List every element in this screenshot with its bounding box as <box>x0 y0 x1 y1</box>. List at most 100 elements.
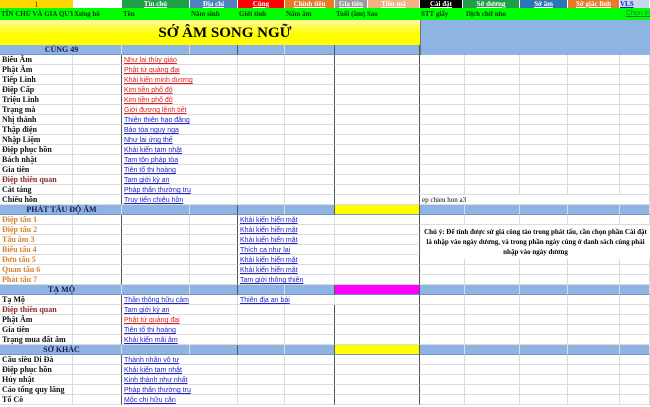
cell <box>285 125 335 135</box>
row-label: Tấu âm 3 <box>0 235 73 245</box>
link[interactable]: Kim tiền phổ độ <box>124 87 173 94</box>
link[interactable]: Kinh thành như nhất <box>124 377 187 384</box>
cell <box>465 355 520 365</box>
cell: Khải kiến mãi âm <box>122 335 238 345</box>
cell <box>285 195 335 205</box>
cell <box>190 235 238 245</box>
cell <box>73 165 122 175</box>
cell <box>285 395 335 405</box>
cell <box>238 95 285 105</box>
row-label: Điệp phục hồn <box>0 365 73 375</box>
cell <box>465 165 520 175</box>
cell <box>568 385 620 395</box>
link[interactable]: Khải kiến hiển mặt <box>240 237 298 244</box>
column-header: Giới tính <box>238 8 285 20</box>
link[interactable]: Thiên thiên hạo đãng <box>124 117 190 124</box>
cell <box>238 125 285 135</box>
cell <box>620 65 650 75</box>
cell <box>620 295 650 305</box>
cell <box>285 185 335 195</box>
link[interactable]: Tam tôn pháp tòa <box>124 157 178 164</box>
link[interactable]: Pháp thân thường trụ <box>124 187 191 194</box>
cell <box>568 145 620 155</box>
link[interactable]: Thần thông hữu cảm <box>124 297 189 304</box>
link[interactable]: Pháp thân thường trụ <box>124 387 191 394</box>
cell <box>620 125 650 135</box>
cell <box>190 245 238 255</box>
table-row: Quan tấu 6 Khải kiến hiển mặt <box>0 265 650 275</box>
cell <box>465 285 520 295</box>
table-row: Chiêu hồn Truy tiến chiêu hồn ep chieu hon… <box>0 195 650 205</box>
cell <box>335 45 420 55</box>
cell <box>465 185 520 195</box>
cell <box>335 75 420 85</box>
link[interactable]: Tiên tổ thi hoàng <box>124 327 176 334</box>
cell <box>568 165 620 175</box>
link[interactable]: Thành nhân vô tư <box>124 357 179 364</box>
row-label: Biểu Âm <box>0 55 73 65</box>
section-header: PHÁT TẤU ĐỘ ÂM <box>0 205 650 215</box>
cell <box>122 345 190 355</box>
link[interactable]: Tam giới kỳ an <box>124 307 169 314</box>
cell <box>620 105 650 115</box>
cell <box>335 365 420 375</box>
cell <box>285 375 335 385</box>
link[interactable]: Bảo tòa nguy nga <box>124 127 179 134</box>
section-title: PHÁT TẤU ĐỘ ÂM <box>0 205 122 215</box>
cell <box>335 295 420 305</box>
cell <box>190 255 238 265</box>
note-text: Chú ý: Để tính được sứ giả công tào tron… <box>421 225 650 259</box>
link[interactable]: Khải kiến minh dương <box>124 77 193 84</box>
cell <box>420 275 465 285</box>
link[interactable]: Khải kiến mãi âm <box>124 337 178 344</box>
link[interactable]: Như lai thùy giáo <box>124 57 177 64</box>
cell <box>465 105 520 115</box>
link[interactable]: Khải kiến hiển mặt <box>240 227 298 234</box>
cell <box>73 355 122 365</box>
cell <box>335 195 420 205</box>
row-label: Phát tấu 7 <box>0 275 73 285</box>
column-header[interactable]: Chọn in <box>610 8 650 20</box>
link[interactable]: Tam giới thông thiên <box>240 277 303 284</box>
cell <box>73 365 122 375</box>
cell <box>73 125 122 135</box>
link[interactable]: Mộc chi hữu căn <box>124 397 176 404</box>
table-row: Tổ Cô Mộc chi hữu căn <box>0 395 650 405</box>
row-label: Trạng mà <box>0 105 73 115</box>
cell <box>335 145 420 155</box>
cell: Truy tiến chiêu hồn <box>122 195 238 205</box>
link[interactable]: Như lai ứng thế <box>124 137 173 144</box>
link[interactable]: Kim tiền phổ độ <box>124 97 173 104</box>
cell <box>520 125 568 135</box>
cell <box>122 275 190 285</box>
cell <box>520 155 568 165</box>
section-header: SỚ KHÁC <box>0 345 650 355</box>
cell <box>73 325 122 335</box>
link[interactable]: Khải kiến hiển mặt <box>240 257 298 264</box>
link[interactable]: Phật tử quảng đại <box>124 67 180 74</box>
link[interactable]: Thích ca như lai <box>240 247 290 254</box>
link[interactable]: Tiên tổ thi hoàng <box>124 167 176 174</box>
cell <box>620 375 650 385</box>
note-cell: ep chieu hon a3 <box>422 196 467 204</box>
table-row: Gia tiên Tiên tổ thi hoàng <box>0 325 650 335</box>
link[interactable]: Khải kiến hiển mặt <box>240 217 298 224</box>
cell: Tiên tổ thi hoàng <box>122 325 238 335</box>
link[interactable]: Thiên địa an bài <box>240 297 290 304</box>
table-row: Gia tiên Tiên tổ thi hoàng <box>0 165 650 175</box>
cell <box>520 285 568 295</box>
cell <box>520 355 568 365</box>
cell <box>465 275 520 285</box>
link[interactable]: Truy tiến chiêu hồn <box>124 197 183 204</box>
link[interactable]: Giới đương lệnh tiết <box>124 107 187 114</box>
link[interactable]: Phật tử quảng đại <box>124 317 180 324</box>
cell <box>520 385 568 395</box>
cell <box>465 305 520 315</box>
link[interactable]: Tam giới kỳ an <box>124 177 169 184</box>
cell <box>122 285 190 295</box>
cell <box>520 75 568 85</box>
cell <box>238 185 285 195</box>
link[interactable]: Khải kiến tam nhật <box>124 367 182 374</box>
link[interactable]: Khải kiến hiển mặt <box>240 267 298 274</box>
link[interactable]: Khải kiến tam nhật <box>124 147 182 154</box>
